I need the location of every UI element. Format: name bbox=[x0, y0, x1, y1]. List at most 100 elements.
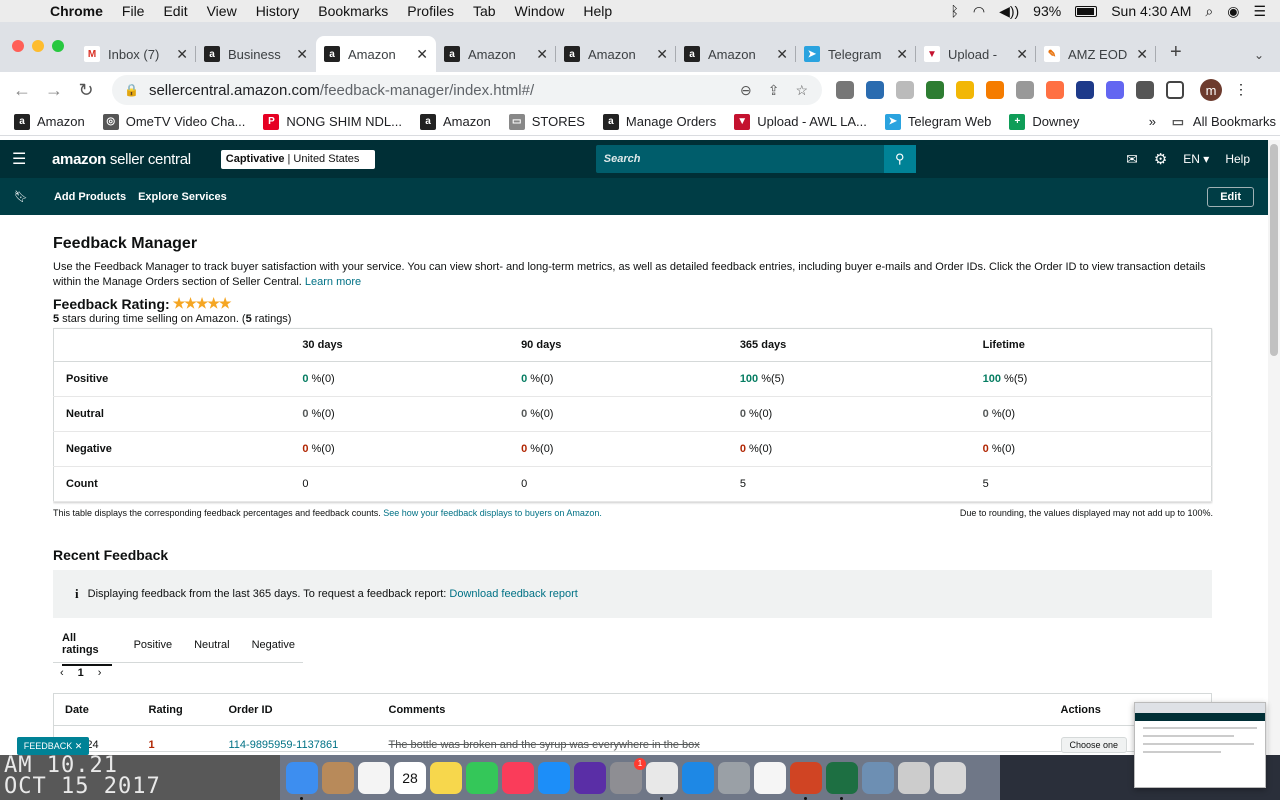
battery-icon[interactable] bbox=[1075, 5, 1098, 17]
account-switcher[interactable]: Captivative | United States bbox=[220, 149, 375, 169]
facetime-icon[interactable] bbox=[466, 761, 498, 794]
language-selector[interactable]: EN ▾ bbox=[1183, 152, 1209, 166]
bookmarks-overflow-icon[interactable]: » bbox=[1149, 114, 1156, 129]
spotlight-icon[interactable]: ⌕ bbox=[1205, 3, 1213, 20]
bookmark-3[interactable]: a Amazon bbox=[420, 113, 491, 130]
powerpoint-icon[interactable] bbox=[790, 761, 822, 800]
appstore-icon[interactable] bbox=[538, 761, 570, 794]
share-icon[interactable]: ⇪ bbox=[768, 82, 780, 99]
filter-negative[interactable]: Negative bbox=[252, 631, 295, 659]
gear-icon[interactable]: ⚙ bbox=[1154, 150, 1167, 168]
excel-icon[interactable] bbox=[826, 761, 858, 800]
mail-icon[interactable]: ✉ bbox=[1126, 151, 1138, 168]
extension-off-icon[interactable] bbox=[836, 81, 854, 99]
help-link[interactable]: Help bbox=[1225, 152, 1250, 166]
wifi-icon[interactable]: ◠ bbox=[973, 3, 985, 20]
tab-6[interactable]: ➤ Telegram ✕ bbox=[796, 36, 916, 72]
filter-neutral[interactable]: Neutral bbox=[194, 631, 229, 659]
menu-file[interactable]: File bbox=[122, 3, 145, 19]
notes-icon[interactable] bbox=[430, 761, 462, 794]
all-bookmarks[interactable]: ▭ All Bookmarks bbox=[1170, 114, 1276, 130]
bookmark-8[interactable]: + Downey bbox=[1009, 113, 1079, 130]
search-button[interactable]: ⚲ bbox=[883, 145, 916, 173]
menu-window[interactable]: Window bbox=[515, 3, 565, 19]
back-button[interactable]: ← bbox=[6, 80, 38, 101]
control-center-icon[interactable]: ☰ bbox=[1253, 3, 1266, 20]
extension-gear-icon[interactable] bbox=[1106, 81, 1124, 99]
bookmark-7[interactable]: ➤ Telegram Web bbox=[884, 113, 991, 130]
filter-positive[interactable]: Positive bbox=[134, 631, 173, 659]
trash-icon[interactable] bbox=[934, 761, 966, 794]
seller-central-logo[interactable]: amazon seller central bbox=[52, 151, 191, 168]
extension-plus-icon[interactable] bbox=[956, 81, 974, 99]
close-tab-icon[interactable]: ✕ bbox=[656, 46, 668, 63]
extension-cloud-icon[interactable] bbox=[1016, 81, 1034, 99]
zoom-icon[interactable]: ⊖ bbox=[740, 82, 752, 99]
tab-1[interactable]: a Business ✕ bbox=[196, 36, 316, 72]
contacts-icon[interactable] bbox=[322, 761, 354, 794]
action-select[interactable]: Choose one bbox=[1060, 737, 1128, 753]
nav-explore-services[interactable]: Explore Services bbox=[138, 191, 227, 203]
edit-button[interactable]: Edit bbox=[1207, 186, 1254, 207]
extension-blue-icon[interactable] bbox=[866, 81, 884, 99]
forward-button[interactable]: → bbox=[38, 80, 70, 101]
scrollbar-thumb[interactable] bbox=[1270, 144, 1278, 356]
bookmark-5[interactable]: a Manage Orders bbox=[602, 113, 716, 130]
prev-page-icon[interactable]: ‹ bbox=[60, 667, 64, 679]
page-scrollbar[interactable] bbox=[1268, 140, 1280, 755]
bluetooth-icon[interactable]: ᛒ bbox=[950, 3, 958, 19]
bookmark-6[interactable]: ▼ Upload - AWL LA... bbox=[734, 113, 867, 130]
bookmark-0[interactable]: a Amazon bbox=[14, 113, 85, 130]
lock-icon[interactable]: 🔒 bbox=[124, 83, 139, 97]
col-date[interactable]: Date bbox=[53, 693, 138, 726]
nav-add-products[interactable]: Add Products bbox=[54, 191, 126, 203]
extension-f-icon[interactable] bbox=[1076, 81, 1094, 99]
order-id-link[interactable]: 114-9895959-1137861 bbox=[229, 739, 339, 751]
siri-icon[interactable]: ◉ bbox=[1227, 3, 1239, 20]
bookmark-nav-icon[interactable]: 🔖︎ bbox=[14, 190, 28, 203]
tab-3[interactable]: a Amazon ✕ bbox=[436, 36, 556, 72]
bookmark-4[interactable]: ▭ STORES bbox=[508, 113, 585, 130]
menu-bookmarks[interactable]: Bookmarks bbox=[318, 3, 388, 19]
volume-icon[interactable]: ◀)) bbox=[999, 3, 1019, 20]
tab-search-icon[interactable]: ⌄ bbox=[1254, 48, 1264, 62]
tab-0[interactable]: M Inbox (7) ✕ bbox=[76, 36, 196, 72]
screenshot-thumbnail[interactable] bbox=[1134, 702, 1266, 788]
menu-history[interactable]: History bbox=[256, 3, 300, 19]
siri-icon[interactable] bbox=[574, 761, 606, 794]
calendar-icon[interactable]: 28 bbox=[394, 761, 426, 794]
tab-2[interactable]: a Amazon ✕ bbox=[316, 36, 436, 72]
menubar-clock[interactable]: Sun 4:30 AM bbox=[1111, 3, 1191, 19]
side-panel-icon[interactable] bbox=[1166, 81, 1184, 99]
learn-more-link[interactable]: Learn more bbox=[305, 276, 361, 288]
menu-edit[interactable]: Edit bbox=[163, 3, 187, 19]
extension-orange-icon[interactable] bbox=[986, 81, 1004, 99]
profile-avatar[interactable]: m bbox=[1200, 79, 1222, 101]
see-feedback-link[interactable]: See how your feedback displays to buyers… bbox=[383, 508, 602, 518]
extension-gray-icon[interactable] bbox=[896, 81, 914, 99]
bookmark-1[interactable]: ◎ OmeTV Video Cha... bbox=[102, 113, 245, 130]
search-input[interactable]: Search bbox=[595, 145, 884, 173]
next-page-icon[interactable]: › bbox=[98, 667, 102, 679]
col-rating[interactable]: Rating bbox=[137, 693, 218, 726]
current-page[interactable]: 1 bbox=[78, 667, 84, 679]
tab-4[interactable]: a Amazon ✕ bbox=[556, 36, 676, 72]
close-tab-icon[interactable]: ✕ bbox=[1016, 46, 1028, 63]
tab-8[interactable]: ✎ AMZ EOD ✕ bbox=[1036, 36, 1156, 72]
bookmark-star-icon[interactable]: ☆ bbox=[795, 82, 808, 99]
reminders-icon[interactable] bbox=[358, 761, 390, 794]
extension-circle-icon[interactable] bbox=[1046, 81, 1064, 99]
address-bar[interactable]: 🔒 sellercentral.amazon.com/feedback-mana… bbox=[112, 75, 822, 105]
music-icon[interactable] bbox=[502, 761, 534, 794]
extension-rs-icon[interactable] bbox=[926, 81, 944, 99]
tab-7[interactable]: ▼ Upload - ✕ bbox=[916, 36, 1036, 72]
safari-icon[interactable] bbox=[682, 761, 714, 794]
close-tab-icon[interactable]: ✕ bbox=[176, 46, 188, 63]
zoom-window-button[interactable] bbox=[52, 40, 64, 52]
preview-icon[interactable] bbox=[862, 761, 894, 794]
bookmark-2[interactable]: P NONG SHIM NDL... bbox=[263, 113, 402, 130]
close-tab-icon[interactable]: ✕ bbox=[416, 46, 428, 63]
reload-button[interactable]: ↻ bbox=[70, 80, 102, 101]
filter-all-ratings[interactable]: All ratings bbox=[62, 624, 112, 666]
photos-icon[interactable] bbox=[754, 761, 786, 794]
